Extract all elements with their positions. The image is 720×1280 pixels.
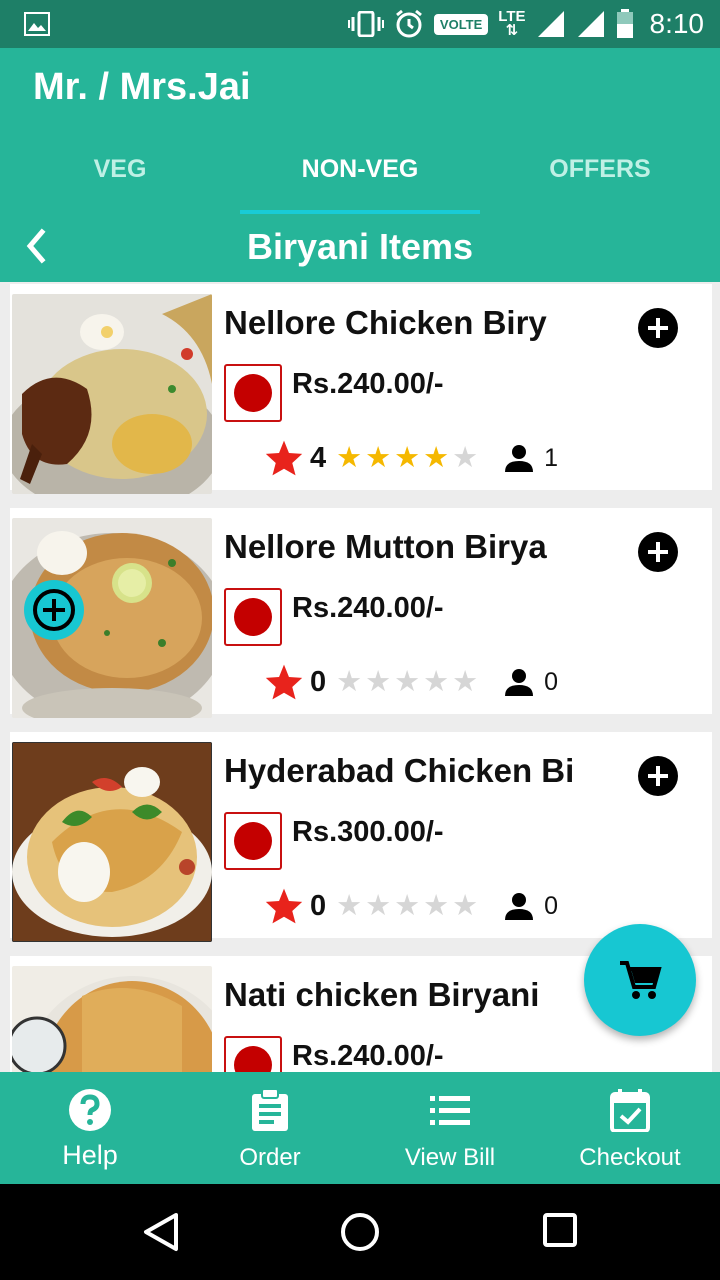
star-icon: ★ [452, 665, 479, 698]
nonveg-icon [224, 588, 282, 646]
status-bar: VOLTE LTE ⇅ 8:10 [0, 0, 720, 48]
cart-icon [620, 961, 662, 999]
food-name: Hyderabad Chicken Bi [224, 752, 575, 789]
reviewer-count: 0 [504, 892, 558, 921]
star-icon: ★ [336, 441, 363, 474]
tab-non-veg[interactable]: NON-VEG [240, 144, 480, 214]
system-home-button[interactable] [340, 1212, 380, 1257]
food-image [12, 742, 212, 942]
nav-checkout[interactable]: Checkout [540, 1072, 720, 1184]
rating-value: 0 [310, 665, 327, 698]
back-triangle-icon [144, 1213, 178, 1251]
home-circle-icon [341, 1213, 379, 1251]
star-rating: ★ ★ ★ ★ ★ [336, 665, 479, 698]
food-name: Nati chicken Biryani [224, 976, 540, 1013]
system-recents-button[interactable] [542, 1212, 578, 1253]
cart-button[interactable] [584, 924, 696, 1036]
rating-row: 0 ★ ★ ★ ★ ★ 0 [264, 886, 558, 926]
star-icon [265, 440, 303, 476]
rating-row: 4 ★ ★ ★ ★ ★ 1 [264, 438, 558, 478]
system-navigation-bar [0, 1184, 720, 1280]
star-rating: ★ ★ ★ ★ ★ [336, 889, 479, 922]
lte-indicator: LTE ⇅ [498, 8, 526, 39]
food-price: Rs.240.00/- [292, 368, 444, 400]
star-icon: ★ [394, 889, 421, 922]
nav-help[interactable]: Help [0, 1072, 180, 1184]
star-icon: ★ [423, 665, 450, 698]
nav-view-bill-label: View Bill [404, 1144, 496, 1171]
star-icon [265, 888, 303, 924]
alarm-icon [395, 9, 422, 38]
food-image [12, 966, 212, 1072]
star-icon [265, 664, 303, 700]
food-name: Nellore Mutton Birya [224, 528, 547, 565]
signal-icon [537, 11, 564, 37]
help-icon [69, 1089, 111, 1131]
tab-veg[interactable]: VEG [0, 144, 240, 214]
list-item[interactable]: Hyderabad Chicken Bi Rs.300.00/- 0 ★ ★ ★… [10, 732, 712, 942]
category-tabs: VEG NON-VEG OFFERS [0, 144, 720, 214]
person-icon [505, 893, 534, 920]
app-bar: Mr. / Mrs.Jai VEG NON-VEG OFFERS Biryani… [0, 48, 720, 282]
rating-value: 4 [310, 441, 327, 474]
system-back-button[interactable] [142, 1212, 180, 1257]
user-title: Mr. / Mrs.Jai [33, 66, 251, 108]
list-icon [430, 1096, 470, 1125]
star-icon: ★ [365, 441, 392, 474]
vibrate-icon [347, 11, 384, 37]
reviewer-count: 1 [504, 444, 558, 473]
list-item[interactable]: Nellore Chicken Biry Rs.240.00/- 4 ★ ★ ★… [10, 284, 712, 494]
person-icon [505, 669, 534, 696]
food-price: Rs.240.00/- [292, 592, 444, 624]
star-icon: ★ [336, 889, 363, 922]
star-icon: ★ [336, 665, 363, 698]
section-title: Biryani Items [246, 226, 474, 267]
add-item-button[interactable] [638, 756, 678, 796]
signal-icon-2 [577, 11, 604, 37]
star-icon: ★ [394, 441, 421, 474]
nav-order-label: Order [239, 1144, 301, 1171]
plus-circle-icon [24, 580, 84, 640]
nav-help-label: Help [62, 1140, 118, 1170]
nav-view-bill[interactable]: View Bill [360, 1072, 540, 1184]
person-icon [505, 445, 534, 472]
food-price: Rs.300.00/- [292, 816, 444, 848]
food-name: Nellore Chicken Biry [224, 304, 547, 341]
nonveg-icon [224, 1036, 282, 1072]
star-icon: ★ [423, 889, 450, 922]
star-icon: ★ [365, 889, 392, 922]
volte-badge: VOLTE [433, 13, 489, 35]
food-image [12, 294, 212, 494]
add-item-button[interactable] [638, 308, 678, 348]
clipboard-icon [252, 1088, 288, 1131]
bottom-navigation: Help Order View Bill Checkout [0, 1072, 720, 1184]
rating-value: 0 [310, 889, 327, 922]
gallery-notification-icon [24, 12, 50, 41]
food-price: Rs.240.00/- [292, 1040, 444, 1072]
list-item[interactable]: Nellore Mutton Birya Rs.240.00/- 0 ★ ★ ★… [10, 508, 712, 718]
clock: 8:10 [649, 8, 705, 39]
star-icon: ★ [452, 441, 479, 474]
add-item-button[interactable] [638, 532, 678, 572]
rating-row: 0 ★ ★ ★ ★ ★ 0 [264, 662, 558, 702]
recents-square-icon [543, 1213, 577, 1247]
nonveg-icon [224, 364, 282, 422]
tab-offers[interactable]: OFFERS [480, 144, 720, 214]
plus-circle-icon [638, 308, 678, 348]
star-rating: ★ ★ ★ ★ ★ [336, 441, 479, 474]
image-add-button[interactable] [24, 580, 84, 640]
nav-order[interactable]: Order [180, 1072, 360, 1184]
plus-circle-icon [638, 532, 678, 572]
star-icon: ★ [452, 889, 479, 922]
battery-icon [616, 9, 633, 38]
calendar-check-icon [610, 1089, 650, 1132]
star-icon: ★ [394, 665, 421, 698]
star-icon: ★ [423, 441, 450, 474]
nonveg-icon [224, 812, 282, 870]
nav-checkout-label: Checkout [579, 1144, 681, 1171]
star-icon: ★ [365, 665, 392, 698]
plus-circle-icon [638, 756, 678, 796]
reviewer-count: 0 [504, 668, 558, 697]
